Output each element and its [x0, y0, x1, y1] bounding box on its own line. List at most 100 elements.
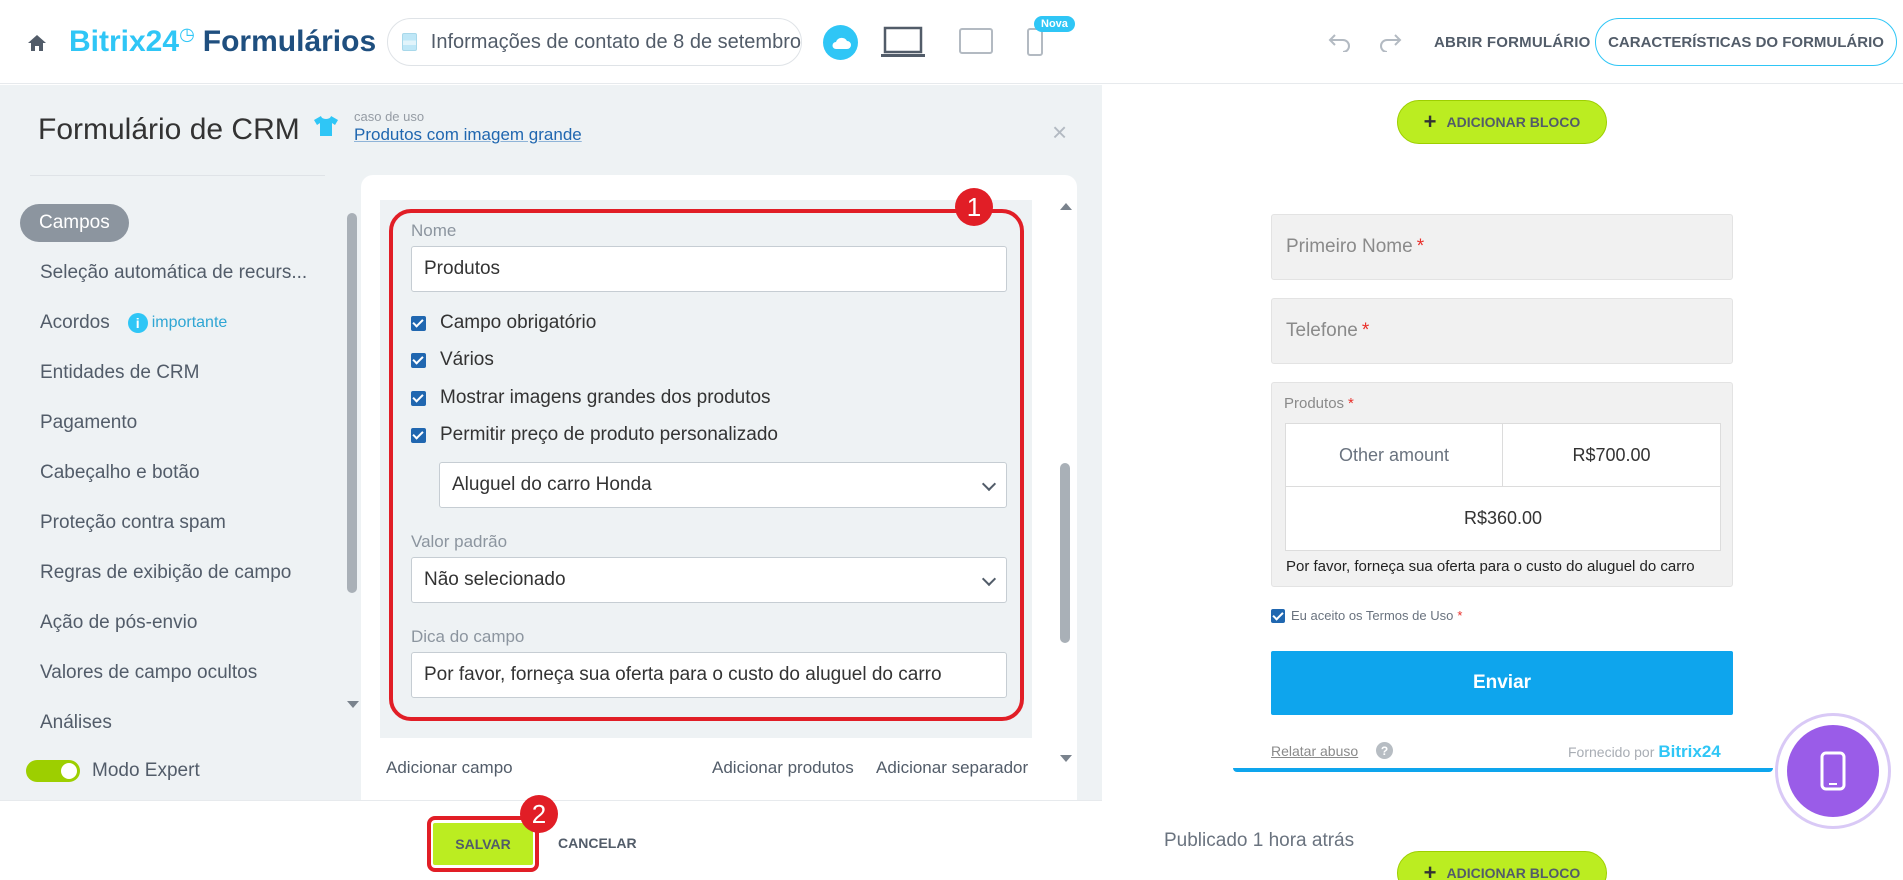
multiple-checkbox-row[interactable]: Vários	[411, 349, 494, 371]
field-hint-input[interactable]: Por favor, forneça sua oferta para o cus…	[411, 652, 1007, 698]
desktop-view-icon[interactable]	[880, 25, 926, 59]
cancel-button[interactable]: CANCELAR	[558, 835, 637, 851]
report-abuse-link[interactable]: Relatar abuso	[1271, 743, 1358, 759]
name-label: Nome	[411, 221, 457, 240]
scrollbar-thumb[interactable]	[1060, 463, 1070, 643]
product-option[interactable]: R$700.00	[1503, 424, 1720, 487]
first-name-label: Primeiro Nome	[1286, 236, 1413, 257]
editor-footer: SALVAR CANCELAR 2	[0, 795, 1102, 880]
save-button[interactable]: SALVAR	[433, 823, 533, 865]
product-option[interactable]: Other amount	[1286, 424, 1503, 487]
nav-item-agreements[interactable]: Acordos i importante	[20, 298, 325, 348]
nav-item-spam-protection[interactable]: Proteção contra spam	[20, 498, 325, 548]
scroll-down-arrow-icon[interactable]	[1060, 755, 1072, 762]
nav-item-hidden-values[interactable]: Valores de campo ocultos	[20, 648, 325, 698]
product-option[interactable]: R$360.00	[1286, 487, 1720, 550]
products-field: Produtos * Other amount R$700.00 R$360.00…	[1271, 382, 1733, 587]
nav-item-auto-resource[interactable]: Seleção automática de recurs...	[20, 248, 325, 298]
tshirt-icon	[314, 116, 338, 136]
expert-mode-toggle[interactable]	[26, 760, 80, 782]
required-mark: *	[1416, 236, 1425, 257]
info-icon: i	[127, 313, 148, 333]
terms-label[interactable]: Eu aceito os Termos de Uso	[1291, 608, 1453, 623]
form-selector-label: Informações de contato de 8 de setembro	[430, 30, 801, 53]
divider	[30, 175, 325, 176]
tablet-view-icon[interactable]	[958, 27, 994, 55]
step-marker-2: 2	[520, 795, 558, 833]
panel-title: Formulário de CRM	[38, 113, 300, 146]
custom-price-checkbox-row[interactable]: Permitir preço de produto personalizado	[411, 424, 778, 446]
form-preview: + ADICIONAR BLOCO Primeiro Nome * Telefone…	[1103, 85, 1903, 880]
nav-item-label: Regras de exibição de campo	[40, 562, 292, 583]
add-block-label: ADICIONAR BLOCO	[1446, 865, 1581, 880]
nav-item-label: Seleção automática de recurs...	[40, 262, 308, 283]
form-selector[interactable]: Informações de contato de 8 de setembro	[387, 18, 802, 66]
checkbox[interactable]	[411, 390, 426, 406]
products-hint: Por favor, forneça sua oferta para o cus…	[1286, 558, 1695, 575]
submit-button[interactable]: Enviar	[1271, 651, 1733, 715]
checkbox-label: Mostrar imagens grandes dos produtos	[440, 387, 771, 408]
form-thumbnail-icon	[402, 33, 417, 51]
home-icon[interactable]	[26, 32, 48, 54]
clock-icon: ◷	[179, 24, 195, 44]
first-name-field[interactable]: Primeiro Nome *	[1271, 214, 1733, 280]
add-block-button[interactable]: + ADICIONAR BLOCO	[1397, 100, 1607, 144]
chevron-down-icon	[981, 476, 997, 492]
checkbox[interactable]	[411, 427, 426, 443]
required-mark: *	[1457, 608, 1463, 623]
expert-mode-label: Modo Expert	[92, 760, 200, 781]
nav-item-analytics[interactable]: Análises	[20, 698, 325, 748]
add-block-button-bottom[interactable]: + ADICIONAR BLOCO	[1397, 851, 1607, 880]
nav-item-label: Proteção contra spam	[40, 512, 226, 533]
nav-item-header-button[interactable]: Cabeçalho e botão	[20, 448, 325, 498]
fields-scrollbar[interactable]	[1060, 203, 1072, 763]
phone-field[interactable]: Telefone *	[1271, 298, 1733, 364]
editor-panel: Formulário de CRM caso de uso Produtos c…	[0, 85, 1102, 880]
required-mark: *	[1361, 320, 1370, 341]
nav-item-payment[interactable]: Pagamento	[20, 398, 325, 448]
close-icon[interactable]: ×	[1052, 117, 1067, 148]
nav-scrollbar[interactable]	[347, 213, 359, 713]
select-value: Não selecionado	[424, 569, 566, 590]
top-bar: Bitrix24◷ Formulários Informações de cont…	[0, 0, 1903, 84]
preview-underline	[1233, 768, 1773, 772]
name-input[interactable]: Produtos	[411, 246, 1007, 292]
expert-mode[interactable]: Modo Expert	[26, 760, 200, 782]
mobile-preview-button[interactable]	[1787, 725, 1879, 817]
scroll-down-arrow-icon[interactable]	[347, 701, 359, 708]
nav-item-label: Cabeçalho e botão	[40, 462, 200, 483]
nav-item-post-submit[interactable]: Ação de pós-envio	[20, 598, 325, 648]
usecase-link[interactable]: Produtos com imagem grande	[354, 125, 582, 145]
nav-item-crm-entities[interactable]: Entidades de CRM	[20, 348, 325, 398]
nav-item-label: Valores de campo ocultos	[40, 662, 258, 683]
cloud-view-button[interactable]	[823, 25, 858, 60]
checkbox[interactable]	[411, 352, 426, 368]
large-images-checkbox-row[interactable]: Mostrar imagens grandes dos produtos	[411, 387, 771, 409]
add-block-label: ADICIONAR BLOCO	[1446, 114, 1581, 130]
nav-item-display-rules[interactable]: Regras de exibição de campo	[20, 548, 325, 598]
required-checkbox-row[interactable]: Campo obrigatório	[411, 312, 596, 334]
add-products-link[interactable]: Adicionar produtos	[712, 758, 854, 778]
scrollbar-thumb[interactable]	[347, 213, 357, 593]
default-value-select[interactable]: Não selecionado	[411, 557, 1007, 603]
settings-nav: Campos Seleção automática de recurs... A…	[20, 198, 325, 748]
checkbox[interactable]	[1271, 608, 1285, 623]
nav-item-label: Entidades de CRM	[40, 362, 200, 383]
powered-by: Fornecido por Bitrix24	[1568, 742, 1721, 762]
checkbox[interactable]	[411, 315, 426, 331]
phone-label: Telefone	[1286, 320, 1358, 341]
custom-price-product-select[interactable]: Aluguel do carro Honda	[439, 462, 1007, 508]
form-features-button[interactable]: CARACTERÍSTICAS DO FORMULÁRIO	[1595, 18, 1897, 66]
products-grid: Other amount R$700.00 R$360.00	[1285, 423, 1721, 551]
add-separator-link[interactable]: Adicionar separador	[876, 758, 1028, 778]
undo-icon[interactable]	[1328, 32, 1352, 52]
brand-bitrix24: Bitrix24	[69, 25, 180, 58]
add-field-link[interactable]: Adicionar campo	[386, 758, 513, 778]
open-form-link[interactable]: ABRIR FORMULÁRIO	[1434, 34, 1591, 51]
nav-item-fields[interactable]: Campos	[20, 198, 325, 248]
terms-checkbox-row[interactable]: Eu aceito os Termos de Uso *	[1271, 608, 1462, 623]
scroll-up-arrow-icon[interactable]	[1060, 203, 1072, 210]
help-icon[interactable]: ?	[1376, 742, 1393, 759]
checkbox-label: Permitir preço de produto personalizado	[440, 424, 778, 445]
redo-icon[interactable]	[1378, 32, 1402, 52]
